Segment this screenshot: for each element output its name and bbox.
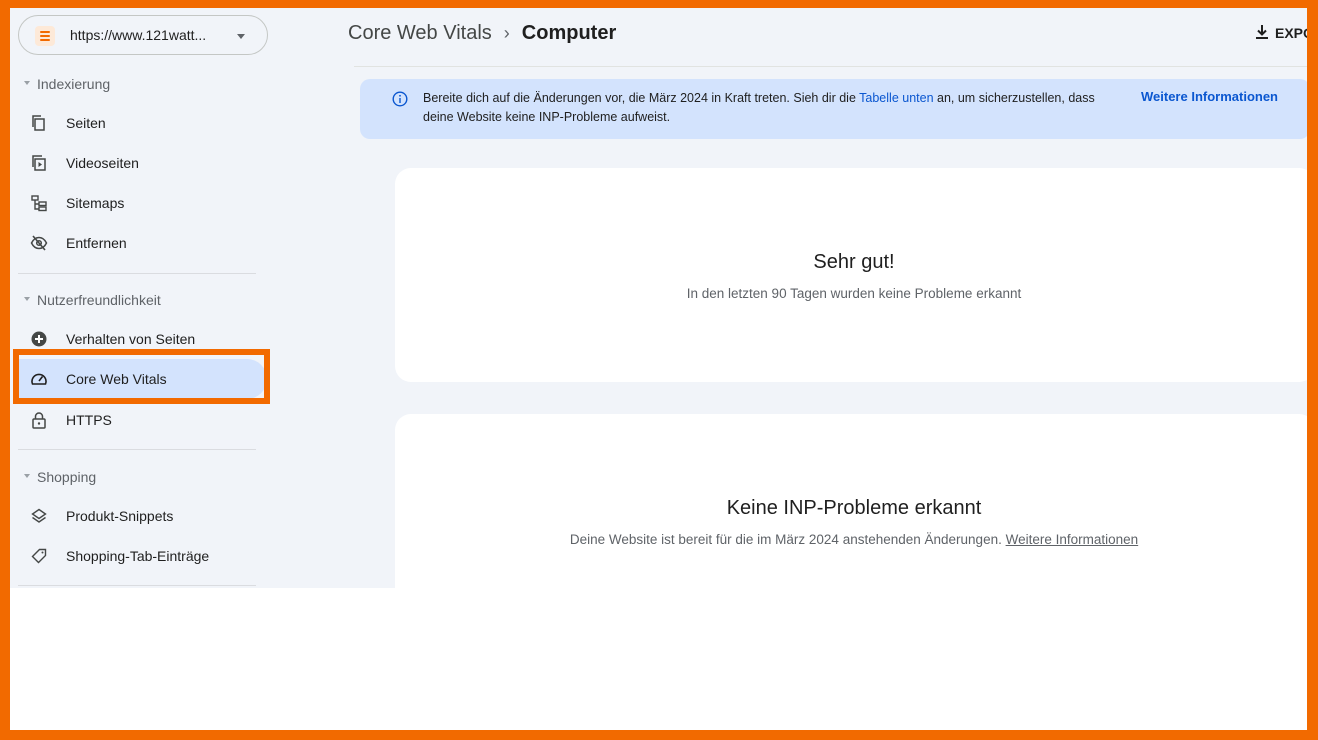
breadcrumb: Core Web Vitals › Computer [348,22,616,45]
banner-table-link[interactable]: Tabelle unten [859,91,933,105]
info-banner: Bereite dich auf die Änderungen vor, die… [360,79,1307,139]
sidebar-item-label: Videoseiten [66,155,139,171]
tag-icon [31,548,47,564]
inp-card-subtitle: Deine Website ist bereit für die im März… [395,532,1307,547]
sidebar-item-label: Verhalten von Seiten [66,331,196,347]
section-header-indexierung[interactable]: Indexierung [24,76,110,92]
layers-icon [31,508,47,523]
inp-more-info-link[interactable]: Weitere Informationen [1006,532,1139,547]
sidebar-item-videoseiten[interactable]: Videoseiten [15,143,267,183]
pages-icon [32,115,45,131]
sidebar-item-produkt-snippets[interactable]: Produkt-Snippets [15,496,267,536]
sidebar-divider [18,449,256,450]
section-header-nutzerfreundlichkeit[interactable]: Nutzerfreundlichkeit [24,292,161,308]
dropdown-caret-icon [237,34,245,39]
breadcrumb-parent[interactable]: Core Web Vitals [348,22,492,44]
inp-card: Keine INP-Probleme erkannt Deine Website… [395,414,1307,588]
export-label: EXPO [1275,25,1307,41]
sidebar-item-shopping-tab-eintraege[interactable]: Shopping-Tab-Einträge [15,536,267,576]
banner-text: Bereite dich auf die Änderungen vor, die… [423,89,1123,127]
download-icon [1256,25,1268,39]
page-title: Computer [521,22,617,44]
section-title: Nutzerfreundlichkeit [37,292,161,308]
sidebar-item-https[interactable]: HTTPS [15,400,267,440]
main-content: Core Web Vitals › Computer EXPO Bereite di… [270,8,1307,588]
banner-text-start: Bereite dich auf die Änderungen vor, die… [423,91,860,105]
eye-off-icon [30,235,48,251]
sidebar-item-label: Seiten [66,115,106,131]
property-selector[interactable]: https://www.121watt... [18,15,268,55]
sidebar-divider [18,585,256,586]
collapse-icon [24,297,30,302]
search-console-logo-icon [35,26,55,46]
inp-card-title: Keine INP-Probleme erkannt [726,497,982,519]
collapse-icon [24,474,30,479]
info-icon [392,91,408,107]
status-card-title: Sehr gut! [813,251,895,273]
screenshot-frame: https://www.121watt... Indexierung Seite… [10,8,1307,730]
breadcrumb-separator: › [503,23,510,43]
header-divider [354,66,1307,67]
status-card-subtitle: In den letzten 90 Tagen wurden keine Pro… [686,286,1022,301]
highlight-annotation [13,349,270,404]
collapse-icon [24,81,30,86]
property-url: https://www.121watt... [70,27,207,43]
lock-icon [32,412,46,429]
sidebar-divider [18,273,256,274]
sidebar: https://www.121watt... Indexierung Seite… [10,8,270,588]
status-card: Sehr gut! In den letzten 90 Tagen wurden… [395,168,1307,382]
sidebar-item-sitemaps[interactable]: Sitemaps [15,183,267,223]
inp-card-subtitle-text: Deine Website ist bereit für die im März… [569,532,1006,547]
sitemap-icon [31,195,47,212]
section-header-shopping[interactable]: Shopping [24,469,96,485]
sidebar-item-label: HTTPS [66,412,112,428]
section-title: Indexierung [37,76,111,92]
sidebar-item-label: Sitemaps [66,195,125,211]
sidebar-item-label: Produkt-Snippets [66,508,174,524]
sidebar-item-seiten[interactable]: Seiten [15,103,267,143]
video-pages-icon [32,155,46,171]
sidebar-item-label: Shopping-Tab-Einträge [66,548,210,564]
sidebar-item-label: Entfernen [66,235,127,251]
search-console-app: https://www.121watt... Indexierung Seite… [10,8,1307,588]
plus-circle-icon [31,331,47,347]
section-title: Shopping [37,469,97,485]
banner-more-info-link[interactable]: Weitere Informationen [1141,89,1278,104]
sidebar-item-entfernen[interactable]: Entfernen [15,223,267,263]
